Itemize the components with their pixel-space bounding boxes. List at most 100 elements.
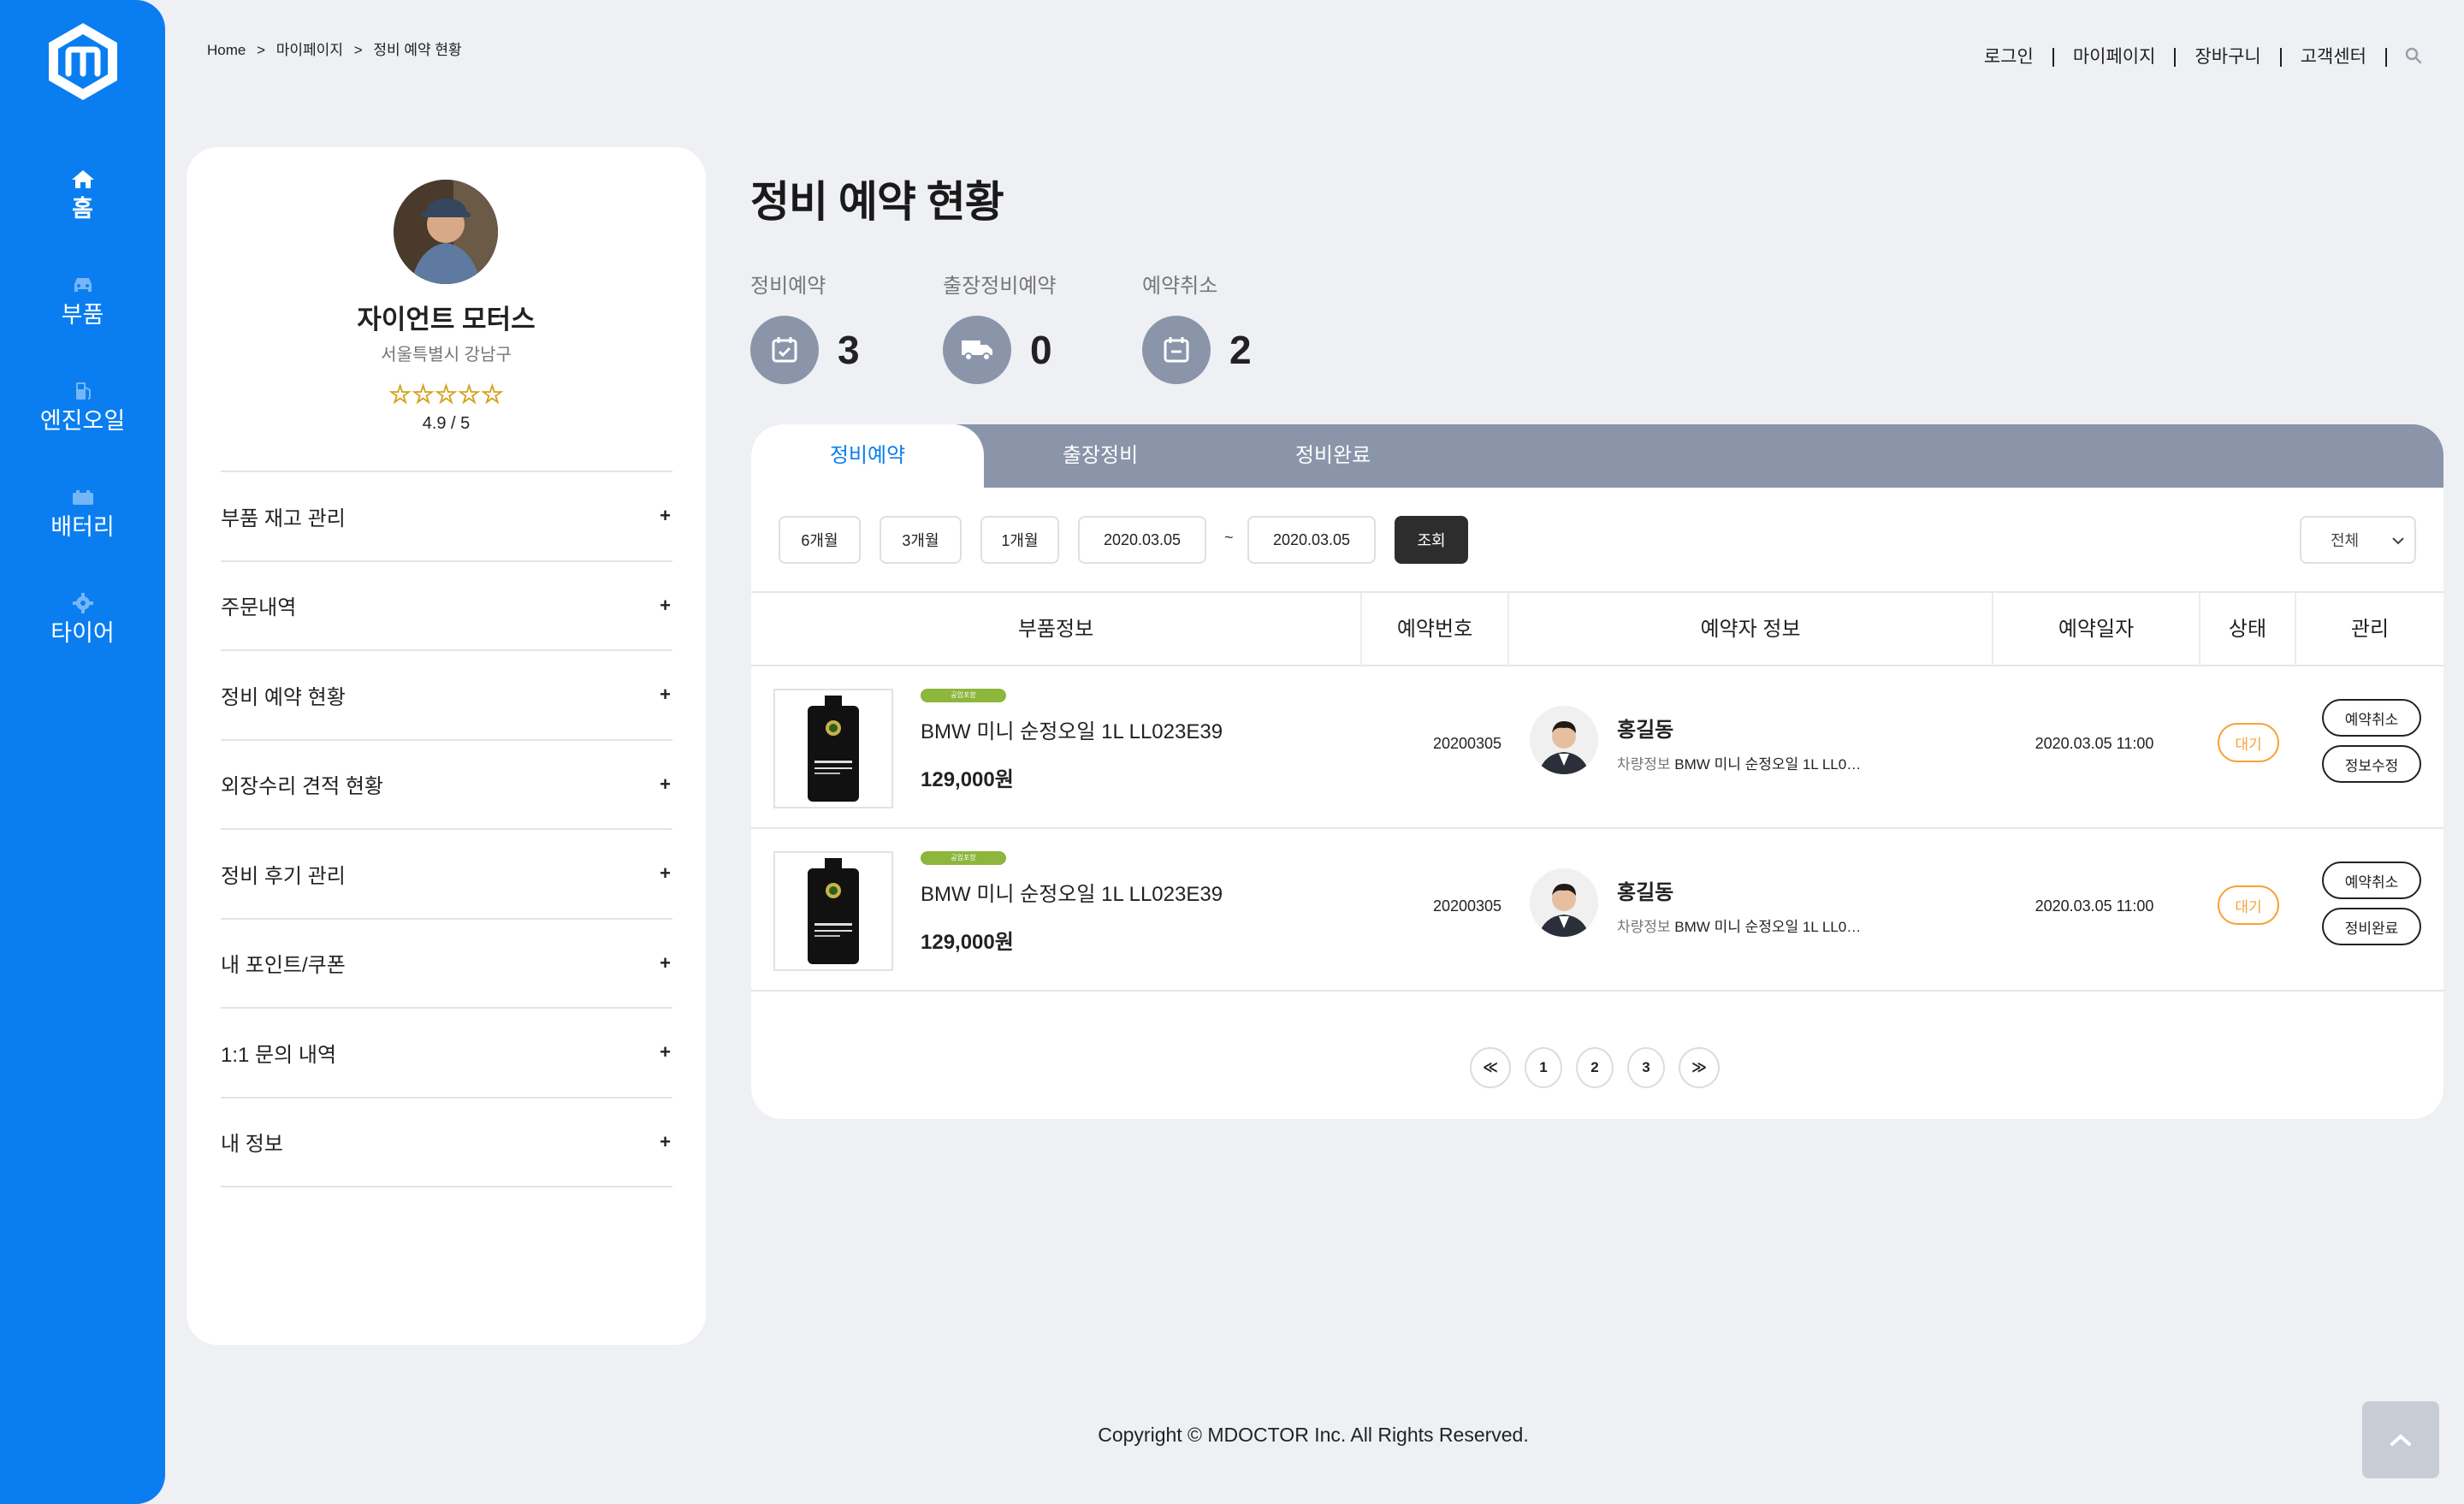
tab-mobile-service[interactable]: 출장정비 <box>984 424 1217 488</box>
product-image[interactable] <box>773 689 893 808</box>
chevron-down-icon <box>2392 537 2404 545</box>
fuel-icon <box>75 382 91 400</box>
plus-icon: + <box>660 862 671 885</box>
th-product: 부품정보 <box>1017 618 1094 641</box>
nav-battery[interactable]: 배터리 <box>0 486 165 541</box>
stat-label: 정비예약 <box>750 275 826 298</box>
menu-item-parts-inventory[interactable]: 부품 재고 관리 + <box>221 472 672 562</box>
search-icon[interactable] <box>2404 46 2423 65</box>
login-link[interactable]: 로그인 <box>1965 48 2054 67</box>
shop-address: 서울특별시 강남구 <box>381 346 512 364</box>
cancel-reservation-button[interactable]: 예약취소 <box>2322 862 2421 899</box>
plus-icon: + <box>660 773 671 795</box>
breadcrumb-sep: > <box>257 42 266 58</box>
reservation-date: 2020.03.05 11:00 <box>2035 735 2154 752</box>
reservation-date: 2020.03.05 11:00 <box>2035 897 2154 915</box>
customer-name: 홍길동 <box>1617 719 1674 742</box>
gear-icon <box>72 593 93 613</box>
menu-item-points-coupons[interactable]: 내 포인트/쿠폰 + <box>221 920 672 1009</box>
nav-tire[interactable]: 타이어 <box>0 592 165 647</box>
stat-reservations: 정비예약 3 <box>750 269 860 384</box>
date-from-input[interactable]: 2020.03.05 <box>1078 516 1206 564</box>
plus-icon: + <box>660 1041 671 1063</box>
date-to-input[interactable]: 2020.03.05 <box>1247 516 1376 564</box>
breadcrumb-mypage[interactable]: 마이페이지 <box>276 42 343 58</box>
menu-item-exterior-quotes[interactable]: 외장수리 견적 현황 + <box>221 741 672 830</box>
star-rating: ☆☆☆☆☆ <box>388 381 504 410</box>
nav-engine-oil-label: 엔진오일 <box>39 408 126 434</box>
customer-avatar <box>1530 868 1598 937</box>
menu-item-my-info[interactable]: 내 정보 + <box>221 1098 672 1187</box>
complete-service-button[interactable]: 정비완료 <box>2322 908 2421 945</box>
status-badge: 대기 <box>2218 723 2279 762</box>
labor-included-badge: 공임포함 <box>921 851 1006 865</box>
tab-completed[interactable]: 정비완료 <box>1217 424 1449 488</box>
menu-item-label: 내 정보 <box>221 1133 283 1157</box>
page-3-button[interactable]: 3 <box>1627 1047 1665 1088</box>
mypage-link[interactable]: 마이페이지 <box>2054 48 2177 67</box>
th-reservation-no: 예약번호 <box>1396 618 1473 641</box>
page-1-button[interactable]: 1 <box>1525 1047 1562 1088</box>
mypage-menu: 부품 재고 관리 + 주문내역 + 정비 예약 현황 + 외장수리 견적 현황 + 정비… <box>221 471 672 1187</box>
date-range-tilde: ~ <box>1224 529 1234 546</box>
breadcrumb: Home > 마이페이지 > 정비 예약 현황 <box>207 38 469 59</box>
menu-item-reviews[interactable]: 정비 후기 관리 + <box>221 830 672 920</box>
chevron-up-icon <box>2390 1434 2411 1446</box>
breadcrumb-current: 정비 예약 현황 <box>373 42 462 58</box>
nav-engine-oil[interactable]: 엔진오일 <box>0 380 165 435</box>
scroll-top-button[interactable] <box>2362 1401 2439 1478</box>
search-button[interactable]: 조회 <box>1395 516 1468 564</box>
menu-item-label: 부품 재고 관리 <box>221 506 346 530</box>
stat-value: 3 <box>838 328 860 372</box>
stat-value: 2 <box>1229 328 1252 372</box>
labor-included-badge: 공임포함 <box>921 689 1006 702</box>
menu-item-label: 1:1 문의 내역 <box>221 1043 337 1067</box>
vehicle-info-value: BMW 미니 순정오일 1L LL0… <box>1674 919 1862 935</box>
th-date: 예약일자 <box>2058 618 2135 641</box>
period-3m-button[interactable]: 3개월 <box>880 516 962 564</box>
logo[interactable] <box>44 21 121 103</box>
plus-icon: + <box>660 951 671 974</box>
support-link[interactable]: 고객센터 <box>2282 48 2387 67</box>
product-price: 129,000원 <box>921 931 1014 954</box>
tab-reservations[interactable]: 정비예약 <box>751 424 984 488</box>
vehicle-info-label: 차량정보 <box>1617 919 1671 935</box>
period-6m-button[interactable]: 6개월 <box>779 516 861 564</box>
product-price: 129,000원 <box>921 768 1014 791</box>
menu-item-inquiries[interactable]: 1:1 문의 내역 + <box>221 1009 672 1098</box>
menu-item-reservations[interactable]: 정비 예약 현황 + <box>221 651 672 741</box>
period-1m-button[interactable]: 1개월 <box>980 516 1059 564</box>
home-icon <box>71 170 94 188</box>
top-nav: 로그인 마이페이지 장바구니 고객센터 <box>1965 48 2387 67</box>
plus-icon: + <box>660 594 671 616</box>
nav-home[interactable]: 홈 <box>0 168 165 222</box>
table-row: 공임포함 BMW 미니 순정오일 1L LL023E39 129,000원 20… <box>751 829 2443 992</box>
stat-mobile-reservations: 출장정비예약 0 <box>943 269 1056 384</box>
nav-parts-label: 부품 <box>61 302 104 328</box>
edit-info-button[interactable]: 정보수정 <box>2322 745 2421 783</box>
status-select[interactable]: 전체 <box>2300 516 2416 564</box>
cart-link[interactable]: 장바구니 <box>2176 48 2282 67</box>
menu-item-orders[interactable]: 주문내역 + <box>221 562 672 651</box>
copyright: Copyright © MDOCTOR Inc. All Rights Rese… <box>1098 1424 1529 1446</box>
breadcrumb-sep: > <box>353 42 363 58</box>
page-2-button[interactable]: 2 <box>1576 1047 1614 1088</box>
plus-icon: + <box>660 684 671 706</box>
calendar-check-icon <box>750 316 819 384</box>
product-name[interactable]: BMW 미니 순정오일 1L LL023E39 <box>921 877 1223 907</box>
next-page-button[interactable]: ≫ <box>1679 1047 1720 1088</box>
customer-name: 홍길동 <box>1617 881 1674 904</box>
nav-tire-label: 타이어 <box>50 620 115 646</box>
stat-value: 0 <box>1030 328 1052 372</box>
prev-page-button[interactable]: ≪ <box>1470 1047 1511 1088</box>
nav-parts[interactable]: 부품 <box>0 274 165 329</box>
cancel-reservation-button[interactable]: 예약취소 <box>2322 699 2421 737</box>
product-image[interactable] <box>773 851 893 971</box>
car-icon <box>74 278 92 292</box>
product-name[interactable]: BMW 미니 순정오일 1L LL023E39 <box>921 714 1223 744</box>
breadcrumb-home[interactable]: Home <box>207 42 246 58</box>
shop-name: 자이언트 모터스 <box>357 305 536 335</box>
profile-card: 자이언트 모터스 서울특별시 강남구 ☆☆☆☆☆ 4.9 / 5 부품 재고 관… <box>187 147 706 1345</box>
menu-item-label: 정비 후기 관리 <box>221 864 346 888</box>
battery-icon <box>72 490 93 505</box>
